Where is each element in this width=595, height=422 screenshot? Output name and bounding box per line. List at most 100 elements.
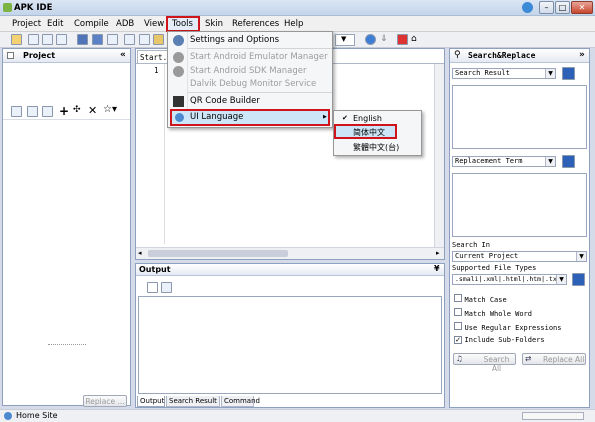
- home-site-link[interactable]: Home Site: [16, 411, 58, 420]
- new-project-icon[interactable]: [28, 34, 39, 45]
- chevron-down-icon: ▼: [545, 69, 555, 78]
- minimize-button[interactable]: –: [539, 1, 554, 14]
- checkbox-checked[interactable]: ✓: [454, 336, 462, 344]
- collapse-panel-button[interactable]: «: [120, 50, 126, 60]
- output-tab-search-result[interactable]: Search Result: [166, 396, 220, 407]
- menu-edit[interactable]: Edit: [47, 19, 63, 29]
- settings-icon[interactable]: [397, 34, 408, 45]
- menu-qr-code-builder[interactable]: QR Code Builder: [190, 96, 260, 106]
- help-icon[interactable]: [365, 34, 376, 45]
- favorite-icon[interactable]: ☆▾: [103, 104, 117, 115]
- file-icon[interactable]: [11, 106, 22, 117]
- editor-hscrollbar[interactable]: ◂ ▸: [136, 247, 444, 259]
- clear-output-icon[interactable]: [147, 282, 158, 293]
- replace-all-icon: ⇄: [525, 354, 532, 363]
- toolbar-combo[interactable]: ▼: [335, 34, 355, 46]
- close-project-icon[interactable]: [56, 34, 67, 45]
- output-text-area[interactable]: [138, 296, 442, 394]
- editor-tab[interactable]: Start.ja: [137, 50, 176, 63]
- filter-icon[interactable]: [572, 273, 585, 286]
- menu-lang-simplified-chinese[interactable]: 简体中文: [334, 124, 397, 139]
- expand-panel-button[interactable]: »: [579, 50, 585, 60]
- menu-lang-english[interactable]: English: [353, 114, 382, 123]
- menu-sdk-manager[interactable]: Start Android SDK Manager: [190, 66, 307, 76]
- paste-icon[interactable]: [153, 34, 164, 45]
- chevron-down-icon: ▼: [556, 275, 566, 284]
- close-button[interactable]: ✕: [571, 1, 593, 14]
- menu-skin[interactable]: Skin: [205, 19, 223, 29]
- settings-gear-icon: [173, 35, 184, 46]
- menu-references[interactable]: References: [232, 19, 279, 29]
- file-types-combo[interactable]: .smali|.xml|.html|.htm|.txt ▼: [452, 274, 567, 285]
- output-panel-title: Output: [139, 265, 171, 274]
- window-title: APK IDE: [14, 3, 53, 13]
- menu-help[interactable]: Help: [284, 19, 303, 29]
- match-whole-word-option[interactable]: Match Whole Word: [454, 308, 532, 318]
- exclude-icon[interactable]: [42, 106, 53, 117]
- search-result-combo[interactable]: Search Result ▼: [452, 68, 556, 79]
- save-icon[interactable]: [77, 34, 88, 45]
- move-icon[interactable]: ✣: [73, 105, 81, 115]
- menu-view[interactable]: View: [144, 19, 164, 29]
- menu-compile[interactable]: Compile: [74, 19, 109, 29]
- app-logo-icon: [3, 3, 12, 12]
- project-toolbar: + ✣ ✕ ☆▾: [3, 104, 130, 120]
- checkbox[interactable]: [454, 308, 462, 316]
- cut-icon[interactable]: [139, 34, 150, 45]
- find-icon[interactable]: [562, 67, 575, 80]
- pin-icon[interactable]: [7, 52, 14, 59]
- copy-output-icon[interactable]: [161, 282, 172, 293]
- match-case-option[interactable]: Match Case: [454, 294, 507, 304]
- chevron-down-icon: ▼: [341, 35, 347, 43]
- menu-separator: [188, 92, 332, 93]
- scroll-left-arrow[interactable]: ◂: [138, 249, 142, 257]
- checkbox[interactable]: [454, 294, 462, 302]
- checkbox[interactable]: [454, 322, 462, 330]
- splitter-grip[interactable]: [48, 344, 86, 346]
- save-all-icon[interactable]: [107, 34, 118, 45]
- open-folder-icon[interactable]: [11, 34, 22, 45]
- help-bubble-icon[interactable]: [522, 2, 533, 13]
- menu-tools[interactable]: Tools: [166, 16, 200, 32]
- hscroll-thumb[interactable]: [148, 250, 288, 257]
- replacement-term-combo[interactable]: Replacement Term ▼: [452, 156, 556, 167]
- panel-toggle-icon[interactable]: ¥: [434, 264, 440, 273]
- use-regex-option[interactable]: Use Regular Expressions: [454, 322, 561, 332]
- output-tab-command[interactable]: Command: [221, 396, 260, 407]
- search-all-button[interactable]: ♫ Search All: [453, 353, 516, 373]
- delete-icon[interactable]: ✕: [88, 104, 97, 117]
- scroll-right-arrow[interactable]: ▸: [436, 249, 440, 257]
- menu-adb[interactable]: ADB: [116, 19, 134, 29]
- project-panel-title: Project: [23, 51, 56, 60]
- search-icon: ⚲: [454, 50, 461, 60]
- search-term-input[interactable]: [452, 85, 587, 149]
- search-panel-title: Search&Replace: [468, 51, 536, 60]
- replacement-term-input[interactable]: [452, 173, 587, 237]
- editor-vscrollbar[interactable]: [434, 64, 444, 247]
- add-icon[interactable]: +: [59, 104, 69, 118]
- menu-emulator-manager[interactable]: Start Android Emulator Manager: [190, 52, 328, 62]
- maximize-button[interactable]: □: [555, 1, 570, 14]
- download-icon[interactable]: ⇓: [380, 34, 391, 45]
- menu-project[interactable]: Project: [12, 19, 41, 29]
- menu-lang-traditional-chinese[interactable]: 繁體中文(台): [353, 142, 399, 153]
- menu-ddms[interactable]: Dalvik Debug Monitor Service: [190, 79, 316, 89]
- include-subfolders-option[interactable]: ✓ Include Sub-Folders: [454, 335, 545, 344]
- menu-ui-language[interactable]: UI Language: [170, 109, 330, 126]
- open-project-icon[interactable]: [42, 34, 53, 45]
- save-as-icon[interactable]: [92, 34, 103, 45]
- output-tab-output[interactable]: Output: [137, 396, 165, 407]
- emulator-icon: [173, 52, 184, 63]
- project-panel: Project « + ✣ ✕ ☆▾ Replace ...: [2, 48, 131, 407]
- copy-icon[interactable]: [27, 106, 38, 117]
- home-icon[interactable]: ⌂: [411, 34, 422, 45]
- replace-icon[interactable]: [562, 155, 575, 168]
- menu-settings-options[interactable]: Settings and Options: [190, 35, 279, 45]
- search-in-select[interactable]: Current Project ▼: [452, 251, 587, 262]
- menu-bar: Project Edit Compile ADB View Tools Skin…: [0, 16, 595, 32]
- replace-all-button[interactable]: ⇄ Replace All: [522, 353, 586, 365]
- search-in-label: Search In: [452, 241, 490, 249]
- language-submenu: ✔ English 简体中文 繁體中文(台): [333, 110, 422, 156]
- undo-icon[interactable]: [124, 34, 135, 45]
- replace-button[interactable]: Replace ...: [83, 395, 127, 407]
